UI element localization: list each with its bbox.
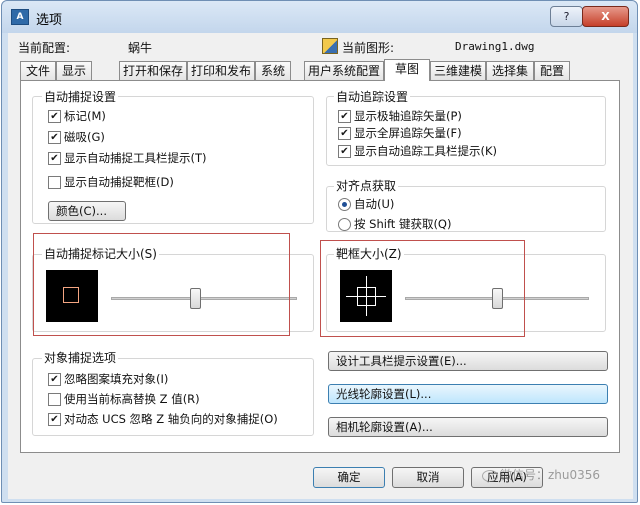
checkbox-checked-icon: ✔ (48, 412, 61, 426)
tab-3d-modeling[interactable]: 三维建模 (430, 61, 486, 80)
tab-system[interactable]: 系统 (255, 61, 291, 80)
autocad-icon: A (11, 9, 29, 25)
tab-drafting[interactable]: 草图 (384, 59, 430, 81)
replace-z-label: 使用当前标高替换 Z 值(R) (64, 392, 200, 406)
autosnap-settings-title: 自动捕捉设置 (42, 88, 119, 105)
wechat-watermark: 微信号：zhu0356 (482, 466, 600, 483)
cancel-button[interactable]: 取消 (392, 467, 464, 488)
watermark-text: 微信号：zhu0356 (500, 468, 601, 482)
magnet-checkbox[interactable]: ✔ 磁吸(G) (48, 129, 105, 145)
checkbox-unchecked-icon (48, 175, 61, 189)
drafting-tooltip-settings-button[interactable]: 设计工具栏提示设置(E)... (328, 351, 608, 371)
title-bar[interactable]: A 选项 ? X (2, 1, 637, 33)
polar-vector-checkbox[interactable]: ✔ 显示极轴追踪矢量(P) (338, 108, 462, 124)
checkbox-checked-icon: ✔ (338, 126, 351, 140)
autosnap-aperture-label: 显示自动捕捉靶框(D) (64, 175, 174, 189)
autosnap-aperture-checkbox[interactable]: 显示自动捕捉靶框(D) (48, 174, 174, 190)
automatic-label: 自动(U) (354, 197, 395, 211)
autotrack-settings-title: 自动追踪设置 (334, 88, 411, 105)
marker-checkbox[interactable]: ✔ 标记(M) (48, 108, 106, 124)
help-button[interactable]: ? (550, 6, 583, 27)
current-profile-value: 蜗牛 (128, 41, 153, 55)
shift-acquire-label: 按 Shift 键获取(Q) (354, 217, 452, 231)
autotrack-tooltip-label: 显示自动追踪工具栏提示(K) (354, 144, 498, 158)
cameras-glyph-settings-button[interactable]: 相机轮廓设置(A)... (328, 417, 608, 437)
current-drawing-value: Drawing1.dwg (455, 40, 535, 53)
shift-acquire-radio[interactable]: 按 Shift 键获取(Q) (338, 216, 451, 232)
radio-unselected-icon (338, 217, 351, 231)
current-drawing-label: 当前图形: (342, 41, 395, 55)
drawing-file-icon (322, 38, 338, 54)
fullscreen-vector-label: 显示全屏追踪矢量(F) (354, 126, 462, 140)
polar-vector-label: 显示极轴追踪矢量(P) (354, 109, 462, 123)
checkbox-unchecked-icon (48, 392, 61, 406)
tab-profiles[interactable]: 配置 (534, 61, 570, 80)
checkbox-checked-icon: ✔ (48, 130, 61, 144)
radio-selected-icon (338, 197, 351, 211)
automatic-radio[interactable]: 自动(U) (338, 196, 394, 212)
tab-plot-publish[interactable]: 打印和发布 (187, 61, 255, 80)
tab-open-save[interactable]: 打开和保存 (119, 61, 187, 80)
wechat-icon (482, 469, 498, 482)
replace-z-checkbox[interactable]: 使用当前标高替换 Z 值(R) (48, 391, 200, 407)
checkbox-checked-icon: ✔ (338, 144, 351, 158)
tab-display[interactable]: 显示 (56, 61, 92, 80)
color-button[interactable]: 颜色(C)... (48, 201, 126, 221)
autosnap-tooltip-label: 显示自动捕捉工具栏提示(T) (64, 151, 207, 165)
close-button[interactable]: X (582, 6, 629, 27)
checkbox-checked-icon: ✔ (338, 109, 351, 123)
checkbox-checked-icon: ✔ (48, 151, 61, 165)
autosnap-tooltip-checkbox[interactable]: ✔ 显示自动捕捉工具栏提示(T) (48, 150, 207, 166)
ignore-hatch-checkbox[interactable]: ✔ 忽略图案填充对象(I) (48, 371, 168, 387)
ignore-hatch-label: 忽略图案填充对象(I) (64, 372, 169, 386)
tab-files[interactable]: 文件 (20, 61, 56, 80)
autotrack-tooltip-checkbox[interactable]: ✔ 显示自动追踪工具栏提示(K) (338, 143, 497, 159)
tab-selection[interactable]: 选择集 (486, 61, 534, 80)
fullscreen-vector-checkbox[interactable]: ✔ 显示全屏追踪矢量(F) (338, 125, 462, 141)
magnet-label: 磁吸(G) (64, 130, 105, 144)
aperture-size-highlight (320, 240, 525, 337)
checkbox-checked-icon: ✔ (48, 109, 61, 123)
lights-glyph-settings-button[interactable]: 光线轮廓设置(L)... (328, 384, 608, 404)
marker-label: 标记(M) (64, 109, 106, 123)
ignore-negative-z-checkbox[interactable]: ✔ 对动态 UCS 忽略 Z 轴负向的对象捕捉(O) (48, 411, 278, 427)
osnap-options-title: 对象捕捉选项 (42, 349, 119, 366)
current-profile-label: 当前配置: (18, 41, 71, 55)
checkbox-checked-icon: ✔ (48, 372, 61, 386)
ok-button[interactable]: 确定 (313, 467, 385, 488)
dialog-title: 选项 (36, 13, 63, 28)
ignore-negative-z-label: 对动态 UCS 忽略 Z 轴负向的对象捕捉(O) (64, 412, 278, 426)
alignment-acquisition-title: 对齐点获取 (334, 177, 399, 194)
tab-user-preferences[interactable]: 用户系统配置 (304, 61, 384, 80)
marker-size-highlight (33, 233, 290, 336)
